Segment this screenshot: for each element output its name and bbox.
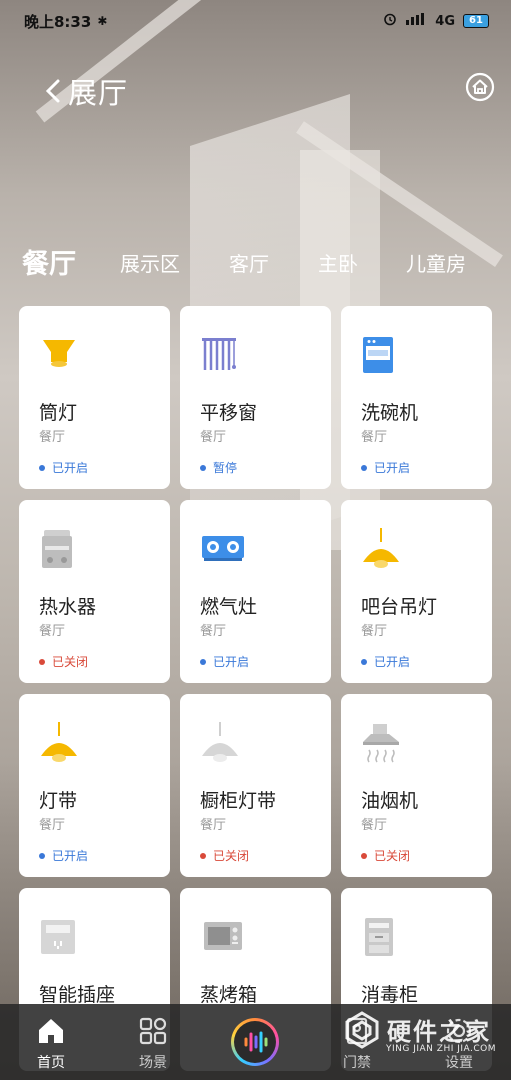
battery-level: 61 [463,14,489,28]
tab-display-area[interactable]: 展示区 [120,248,180,277]
device-name: 燃气灶 [200,596,258,618]
downlight-icon [39,334,83,378]
dishwasher-icon [361,334,405,378]
nav-home[interactable]: 首页 [16,1016,86,1072]
device-name: 筒灯 [39,402,78,424]
device-card[interactable]: 筒灯 餐厅 已开启 [19,306,170,489]
device-card[interactable]: 洗碗机 餐厅 已开启 [341,306,492,489]
voice-wave-icon [244,1031,268,1053]
home-circle-icon [465,72,495,102]
device-name: 热水器 [39,596,97,618]
nav-label: 门禁 [343,1055,371,1071]
gas-stove-icon [202,528,246,572]
smart-socket-icon [39,916,83,960]
signal-icon [405,12,427,30]
room-tabs: 餐厅 展示区 客厅 主卧 儿童房 [0,240,511,284]
scene-grid-icon [139,1017,167,1045]
device-name: 蒸烤箱 [200,984,258,1006]
nav-label: 首页 [37,1055,65,1071]
device-card[interactable]: 油烟机 餐厅 已关闭 [341,694,492,877]
device-status: 已开启 [39,459,88,476]
nav-scene[interactable]: 场景 [118,1016,188,1072]
device-room: 餐厅 [39,818,66,833]
device-room: 餐厅 [361,818,388,833]
device-name: 平移窗 [200,402,258,424]
watermark-subtext: YING JIAN ZHI JIA.COM [386,1044,497,1054]
device-status: 已开启 [361,653,410,670]
curtain-icon [200,334,244,378]
pendant-lamp-gray-icon [200,722,244,766]
status-bar: 晚上8:33 ✱ 4G 61 [0,0,511,42]
device-card[interactable]: 橱柜灯带 餐厅 已关闭 [180,694,331,877]
device-name: 吧台吊灯 [361,596,438,618]
device-card[interactable]: 吧台吊灯 餐厅 已开启 [341,500,492,683]
device-room: 餐厅 [200,818,227,833]
tab-kids-room[interactable]: 儿童房 [406,248,466,277]
device-name: 油烟机 [361,790,419,812]
device-room: 餐厅 [39,430,66,445]
device-card[interactable]: 平移窗 餐厅 暂停 [180,306,331,489]
device-card[interactable]: 灯带 餐厅 已开启 [19,694,170,877]
pendant-lamp-icon [39,722,83,766]
watermark-text: 硬件之家 [387,1018,491,1046]
device-name: 橱柜灯带 [200,790,277,812]
device-name: 灯带 [39,790,78,812]
device-room: 餐厅 [39,624,66,639]
device-status: 已开启 [361,459,410,476]
bluetooth-icon: ✱ [97,14,108,28]
device-room: 餐厅 [361,430,388,445]
device-status: 已关闭 [361,847,410,864]
device-status: 已关闭 [39,653,88,670]
watermark-logo-icon [345,1011,379,1049]
tab-living-room[interactable]: 客厅 [229,248,269,277]
device-status: 已开启 [200,653,249,670]
sterilizer-icon [361,916,405,960]
alarm-icon [383,12,397,30]
network-type: 4G [435,13,455,29]
voice-assistant-button[interactable] [231,1018,279,1066]
device-name: 消毒柜 [361,984,419,1006]
water-heater-icon [39,528,83,572]
chevron-left-icon [45,79,60,103]
home-icon [39,1019,63,1043]
range-hood-icon [361,722,405,766]
device-room: 餐厅 [200,430,227,445]
tab-master-bedroom[interactable]: 主卧 [318,248,358,277]
page-title: 展厅 [68,76,129,110]
home-button[interactable] [465,72,495,102]
tab-dining-room[interactable]: 餐厅 [22,242,76,281]
status-time: 晚上8:33 [24,12,92,31]
oven-icon [204,916,248,960]
pendant-lamp-icon [361,528,405,572]
device-room: 餐厅 [361,624,388,639]
nav-label: 场景 [139,1055,167,1071]
back-button[interactable] [42,72,64,108]
device-status: 暂停 [200,459,237,476]
device-name: 洗碗机 [361,402,419,424]
title-bar: 展厅 [0,66,511,114]
device-card[interactable]: 燃气灶 餐厅 已开启 [180,500,331,683]
device-room: 餐厅 [200,624,227,639]
device-status: 已关闭 [200,847,249,864]
device-name: 智能插座 [39,984,116,1006]
device-status: 已开启 [39,847,88,864]
device-card[interactable]: 热水器 餐厅 已关闭 [19,500,170,683]
nav-label: 设置 [445,1055,473,1071]
